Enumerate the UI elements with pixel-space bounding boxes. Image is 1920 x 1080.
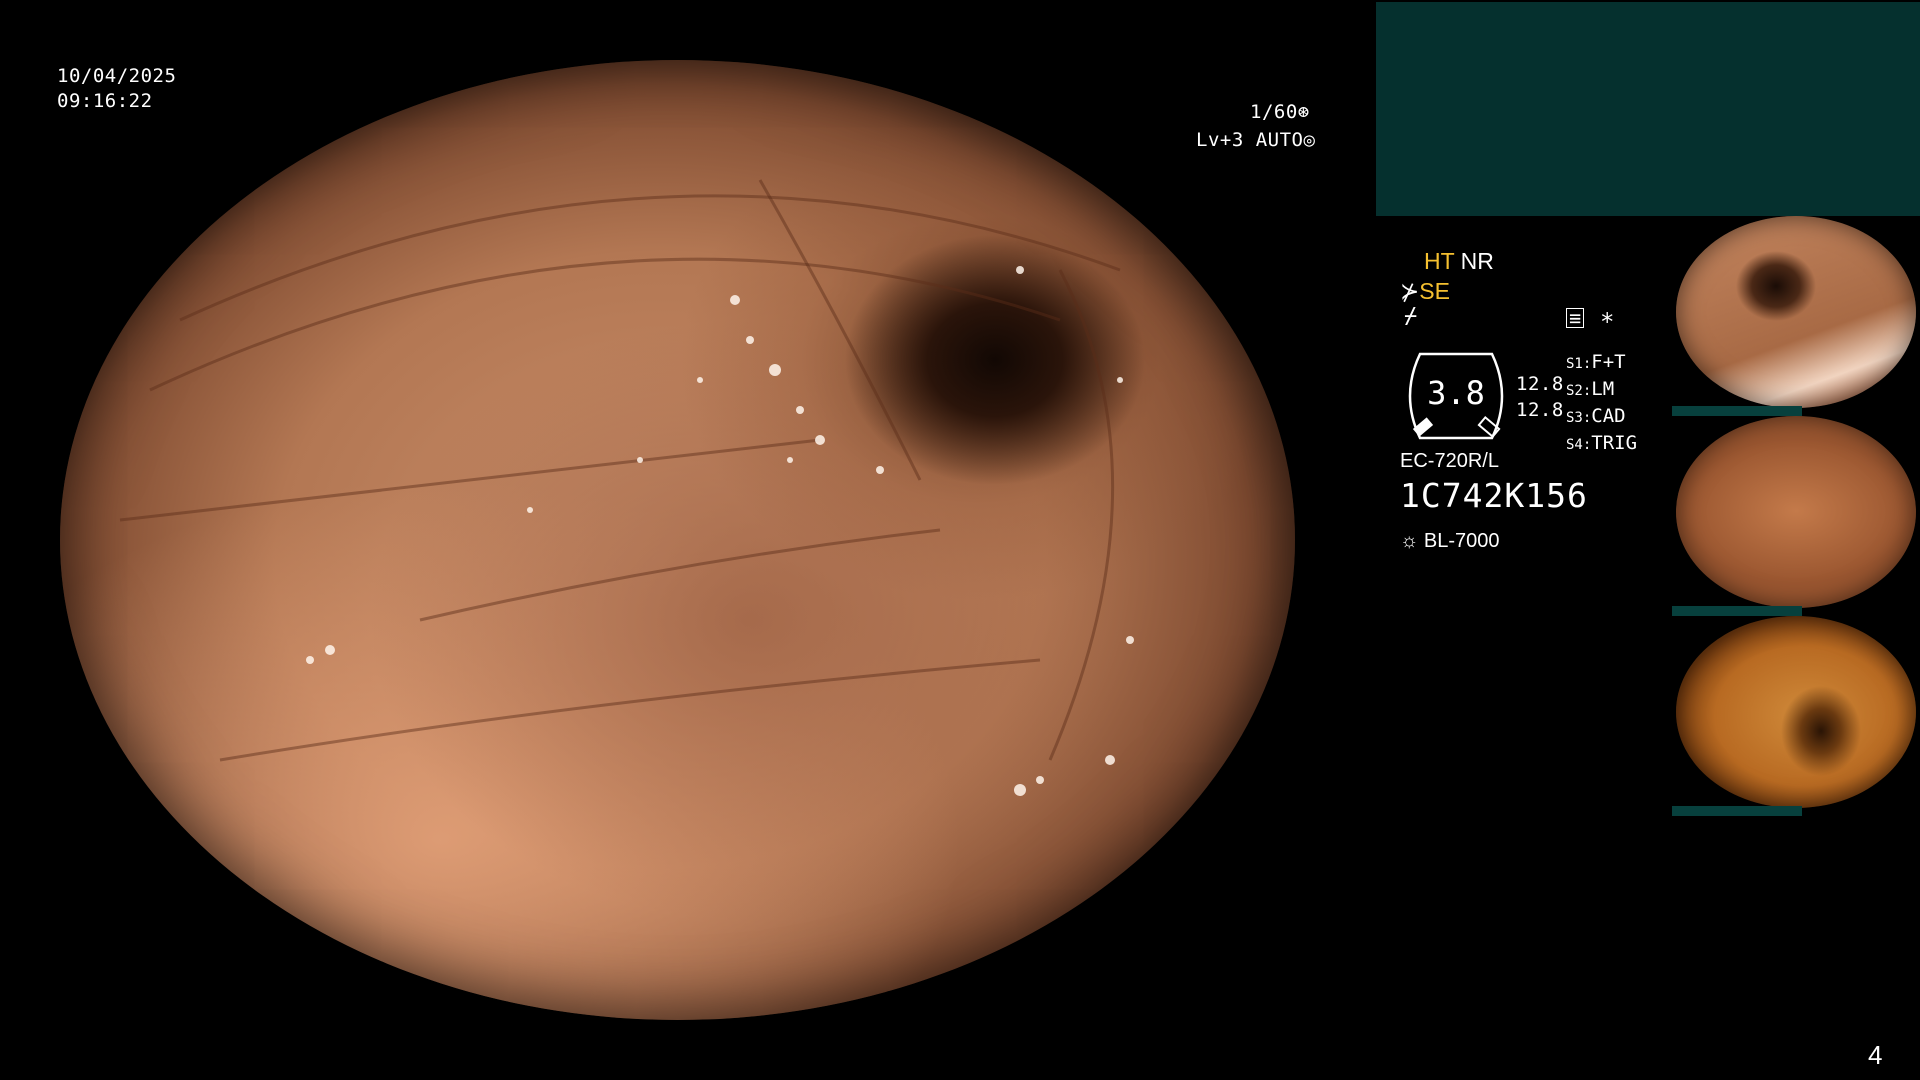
se-icon: ⊁ — [1400, 278, 1420, 304]
thumbnail-1[interactable] — [1672, 216, 1920, 416]
exam-date: 10/04/2025 — [57, 65, 177, 87]
thumbnail-bar — [1672, 606, 1802, 616]
info-panel-box — [1376, 2, 1920, 216]
switch-row: S2:LM — [1566, 377, 1637, 404]
shutter-speed: 1/60⊛ — [1250, 100, 1310, 124]
setting-value-2: 12.8 — [1516, 399, 1564, 421]
light-source: ☼ BL-7000 — [1400, 530, 1500, 553]
switch-label: S2: — [1566, 383, 1592, 399]
switch-value: LM — [1591, 378, 1615, 400]
switch-row: S3:CAD — [1566, 404, 1637, 431]
switch-label: S1: — [1566, 356, 1592, 372]
freeze-icon: ⌿ — [1404, 304, 1418, 329]
thumbnail-image — [1676, 216, 1916, 408]
switch-label: S4: — [1566, 437, 1592, 453]
shutter-value: 1/60 — [1250, 101, 1298, 123]
se-label: SE — [1419, 278, 1450, 304]
switch-row: S1:F+T — [1566, 350, 1637, 377]
zoom-value: 3.8 — [1427, 374, 1485, 412]
se-row: ⊁SE — [1400, 276, 1450, 306]
exposure-level: Lv+3 AUTO◎ — [1196, 128, 1315, 152]
ht-nr-row: HT NR — [1424, 246, 1494, 276]
light-icon: ☼ — [1400, 530, 1419, 552]
nr-label: NR — [1460, 248, 1494, 274]
thumbnail-3[interactable] — [1672, 616, 1920, 816]
switch-row: S4:TRIG — [1566, 431, 1637, 458]
endoscope-view — [60, 60, 1295, 1020]
scope-serial: 1C742K156 — [1400, 476, 1588, 515]
document-icon: ≡ — [1566, 308, 1584, 328]
auto-icon: ◎ — [1303, 129, 1316, 151]
switch-value: CAD — [1591, 405, 1626, 427]
thumbnail-bar — [1672, 406, 1802, 416]
shutter-icon: ⊛ — [1297, 101, 1310, 123]
mode-value: AUTO — [1255, 129, 1304, 151]
thumbnail-image — [1676, 616, 1916, 808]
switch-value: F+T — [1591, 351, 1626, 373]
setting-value-1: 12.8 — [1516, 373, 1564, 395]
switch-label: S3: — [1566, 410, 1592, 426]
level-value: Lv+3 — [1196, 129, 1244, 151]
thumbnail-image — [1676, 416, 1916, 608]
scope-switch-list: S1:F+T S2:LM S3:CAD S4:TRIG — [1566, 350, 1637, 458]
scope-model: EC-720R/L — [1400, 450, 1499, 472]
asterisk-label: * — [1600, 308, 1615, 336]
ht-label: HT — [1424, 248, 1455, 274]
thumbnail-2[interactable] — [1672, 416, 1920, 616]
light-source-value: BL-7000 — [1423, 530, 1500, 552]
thumbnail-bar — [1672, 806, 1802, 816]
colon-folds — [119, 179, 1134, 796]
switch-value: TRIG — [1591, 432, 1638, 454]
page-number: 4 — [1868, 1040, 1883, 1070]
exam-time: 09:16:22 — [57, 90, 153, 112]
